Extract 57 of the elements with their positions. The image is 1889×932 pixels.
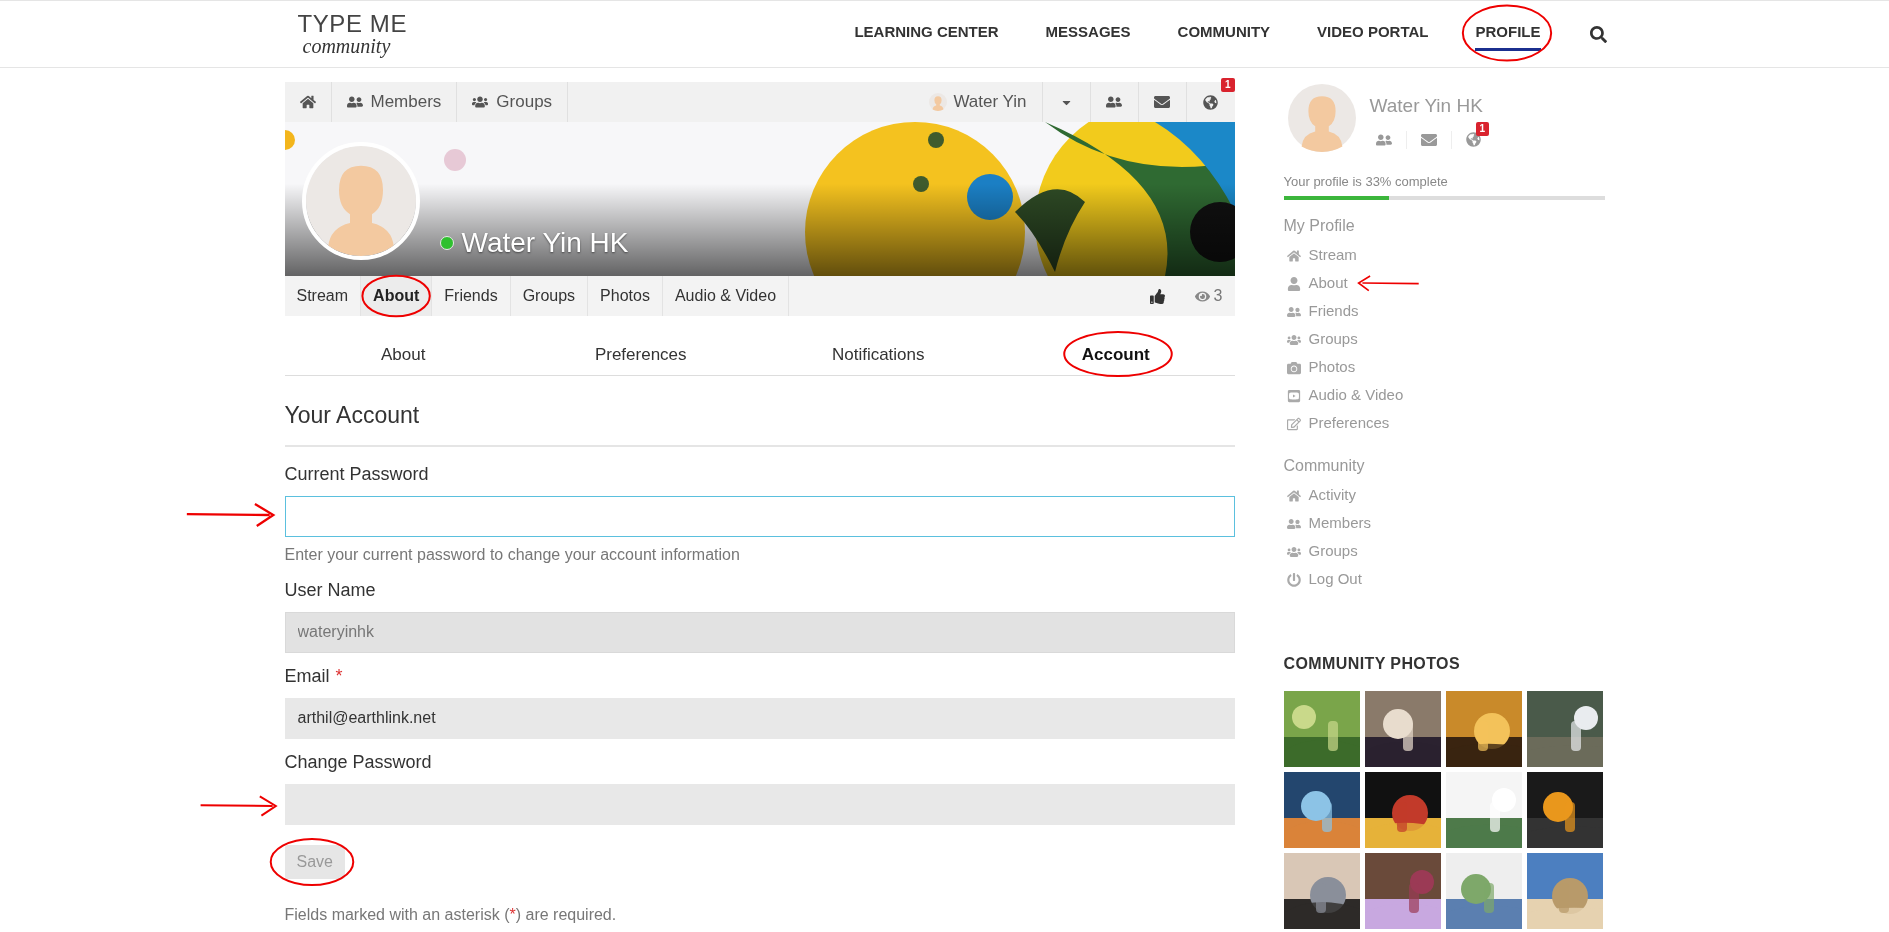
input-field[interactable]: arthil@earthlink.net bbox=[284, 697, 1235, 739]
field-label: Email * bbox=[284, 664, 344, 688]
notification-badge: 1 bbox=[1220, 78, 1235, 92]
profile-tab[interactable]: Groups bbox=[510, 276, 589, 316]
group-icon bbox=[1286, 544, 1301, 559]
sidebar-avatar bbox=[1287, 84, 1356, 152]
nav-link[interactable]: VIDEO PORTAL bbox=[1317, 17, 1429, 51]
nav-link[interactable]: COMMUNITY bbox=[1177, 17, 1271, 51]
person-icon bbox=[1286, 276, 1301, 291]
people-icon bbox=[1286, 304, 1301, 319]
input-field[interactable] bbox=[284, 495, 1235, 537]
photos-heading: COMMUNITY PHOTOS bbox=[1283, 653, 1461, 674]
sub-tab[interactable]: About bbox=[381, 342, 426, 368]
thumbs-up-icon[interactable] bbox=[1149, 288, 1165, 304]
globe-icon[interactable] bbox=[1465, 132, 1481, 147]
home-icon bbox=[299, 94, 316, 110]
envelope-icon[interactable] bbox=[1420, 131, 1437, 148]
help-text: Enter your current password to change your account information bbox=[284, 544, 741, 565]
profile-tab[interactable]: Photos bbox=[588, 276, 663, 316]
logo-title: TYPE ME bbox=[297, 12, 408, 36]
profile-name: Water Yin HK bbox=[461, 226, 629, 260]
nav-link[interactable]: LEARNING CENTER bbox=[854, 17, 999, 51]
progress-text: Your profile is 33% complete bbox=[1283, 173, 1449, 191]
envelope-icon bbox=[1154, 94, 1170, 110]
camera-icon bbox=[1286, 360, 1301, 375]
sub-tab[interactable]: Preferences bbox=[594, 342, 687, 368]
globe-icon bbox=[1203, 94, 1218, 110]
field-label: Current Password bbox=[284, 462, 430, 486]
group-icon bbox=[472, 94, 489, 110]
view-count: 3 bbox=[1194, 276, 1235, 316]
profile-tab[interactable]: About bbox=[361, 276, 433, 316]
sidebar-heading: Community bbox=[1283, 455, 1366, 476]
people-icon bbox=[1106, 94, 1122, 110]
sub-tab[interactable]: Notifications bbox=[831, 342, 925, 368]
field-label: Change Password bbox=[284, 750, 433, 774]
group-icon bbox=[1286, 332, 1301, 347]
sidebar-heading: My Profile bbox=[1283, 215, 1356, 236]
power-icon bbox=[1286, 572, 1301, 587]
sidebar-name: Water Yin HK bbox=[1369, 94, 1484, 118]
home-icon bbox=[1286, 248, 1301, 263]
play-icon bbox=[1286, 388, 1301, 403]
people-icon bbox=[346, 94, 363, 110]
search-icon[interactable] bbox=[1589, 25, 1607, 43]
section-title: Your Account bbox=[284, 398, 1235, 447]
profile-tab[interactable]: Audio & Video bbox=[662, 276, 790, 316]
nav-link[interactable]: MESSAGES bbox=[1045, 17, 1131, 51]
annotation-arrow bbox=[1355, 272, 1420, 293]
notification-badge: 1 bbox=[1475, 122, 1490, 136]
field-label: User Name bbox=[284, 578, 377, 602]
home-icon bbox=[1286, 488, 1301, 503]
required-note: Fields marked with an asterisk (*) are required. bbox=[284, 904, 618, 925]
edit-icon bbox=[1286, 416, 1301, 431]
profile-tab[interactable]: Friends bbox=[432, 276, 511, 316]
avatar-icon bbox=[929, 93, 948, 111]
annotation-circle bbox=[361, 274, 432, 318]
logo-subtitle: community bbox=[301, 36, 392, 56]
people-icon bbox=[1286, 516, 1301, 531]
